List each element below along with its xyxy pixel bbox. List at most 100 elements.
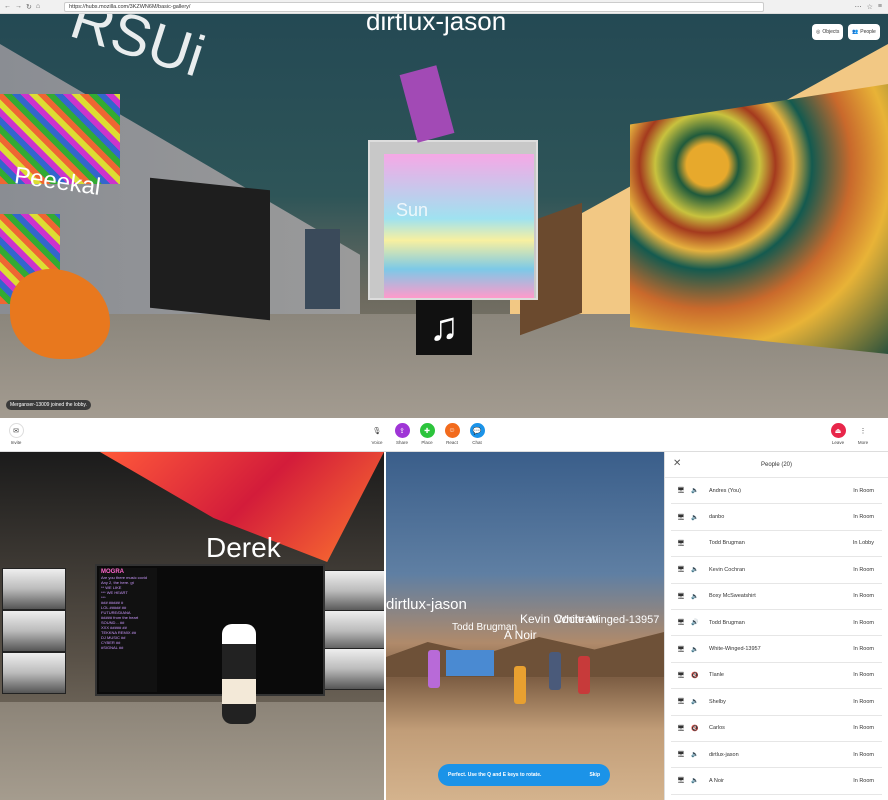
media-frame[interactable]	[446, 650, 494, 676]
speaker-icon: 🔈	[691, 699, 699, 706]
person-row[interactable]: 🖥 🔇 Carlos In Room	[671, 716, 882, 742]
desktop-icon: 🖥	[677, 567, 685, 574]
terminal-panel: MOGRA Are you there music covid Any 2, t…	[99, 568, 157, 692]
close-icon[interactable]: ✕	[673, 458, 681, 469]
person-row[interactable]: 🖥 Todd Brugman In Lobby	[671, 531, 882, 558]
person-status: In Room	[853, 566, 874, 573]
desktop-icon: 🖥	[677, 672, 685, 679]
voice-label: Voice	[371, 440, 383, 445]
person-status: In Room	[853, 672, 874, 679]
floor	[0, 702, 384, 800]
person-status: In Room	[853, 619, 874, 626]
person-name: Andres (You)	[709, 487, 741, 494]
speaker-icon: 🔈	[691, 646, 699, 653]
name-tag: Derek	[206, 532, 281, 563]
abstract-painting[interactable]	[630, 84, 888, 354]
react-label: React	[446, 440, 458, 445]
music-note-icon[interactable]: ♫	[416, 300, 472, 355]
menu-dots-icon[interactable]: ⋯	[855, 3, 862, 11]
hubs-toolbar: ✉ Invite 🎙 Voice ⇪ Share ✚ Place ☺ React 💬 Cha…	[0, 418, 888, 452]
star-icon[interactable]: ☆	[867, 3, 873, 11]
person-row[interactable]: 🖥 🔈 Boxy McSweatshirt In Room	[671, 584, 882, 610]
people-button[interactable]: 👥 People	[848, 24, 880, 40]
purple-box[interactable]	[399, 65, 455, 143]
back-icon[interactable]: ←	[4, 3, 11, 11]
panda-image[interactable]	[2, 652, 66, 694]
person-name: danbo	[709, 514, 725, 521]
mic-icon: 🎙	[369, 423, 385, 438]
invite-button[interactable]: ✉ Invite	[6, 423, 26, 445]
avatar[interactable]	[549, 652, 561, 690]
avatar[interactable]	[514, 666, 526, 704]
avatar[interactable]	[578, 656, 590, 694]
person-name: Shelby	[709, 698, 726, 705]
people-panel: ✕ People (20) 🖥 🔈 Andres (You) In Room 🖥 🔈 da…	[664, 452, 888, 800]
video-screen[interactable]: MOGRA Are you there music covid Any 2, t…	[95, 564, 325, 696]
panda-image[interactable]	[322, 648, 384, 690]
share-button[interactable]: ⇪ Share	[392, 423, 412, 445]
person-row[interactable]: 🖥 🔈 White-Winged-13957 In Room	[671, 636, 882, 663]
person-row[interactable]: 🖥 🔈 Kevin Cochran In Room	[671, 557, 882, 584]
person-status: In Room	[853, 698, 874, 705]
name-tag: dirtlux-jason	[386, 596, 467, 613]
desktop-icon: 🖥	[677, 488, 685, 495]
name-tag: RSUi	[63, 14, 213, 90]
voice-button[interactable]: 🎙 Voice	[367, 423, 387, 445]
person-status: In Room	[853, 646, 874, 653]
desktop-icon: 🖥	[677, 778, 685, 785]
url-text: https://hubs.mozilla.com/3KZWN6M/basic-g…	[69, 3, 191, 10]
avatar[interactable]	[428, 650, 440, 688]
home-icon[interactable]: ⌂	[36, 3, 40, 11]
invite-label: Invite	[10, 440, 22, 445]
dark-artwork[interactable]	[150, 177, 270, 321]
bottom-left-3d-view[interactable]: MOGRA Are you there music covid Any 2, t…	[0, 452, 384, 800]
objects-icon: ◎	[816, 29, 821, 35]
desktop-icon: 🖥	[677, 699, 685, 706]
person-name: White-Winged-13957	[709, 646, 761, 653]
forward-icon[interactable]: →	[15, 3, 22, 11]
place-button[interactable]: ✚ Place	[417, 423, 437, 445]
paint-window-media[interactable]	[368, 140, 538, 300]
bottom-middle-3d-view[interactable]: dirtlux-jason Todd Brugman A Noir Kevin …	[386, 452, 664, 800]
person-row[interactable]: 🖥 🔈 Andres (You) In Room	[671, 478, 882, 505]
muted-icon: 🔇	[691, 725, 699, 732]
paint-canvas	[384, 154, 534, 298]
person-name: Boxy McSweatshirt	[709, 593, 756, 600]
person-row[interactable]: 🖥 🔈 danbo In Room	[671, 504, 882, 531]
panda-image[interactable]	[322, 610, 384, 652]
term-line: #SIGNAL ##	[101, 645, 124, 650]
top-3d-view[interactable]: ♫ RSUi dirtlux-jason Peeekal Sun ◎ Object…	[0, 14, 888, 418]
name-tag: White-Winged-13957	[556, 614, 660, 626]
person-row[interactable]: 🖥 🔈 dirtlux-jason In Room	[671, 742, 882, 769]
person-row[interactable]: 🖥 🔈 A Noir In Room	[671, 768, 882, 795]
hamburger-icon[interactable]: ≡	[878, 3, 882, 11]
desktop-icon: 🖥	[677, 540, 685, 547]
people-label: People	[860, 29, 876, 35]
person-name: dirtlux-jason	[709, 751, 739, 758]
person-row[interactable]: 🖥 🔇 Tlanle In Room	[671, 663, 882, 690]
skip-button[interactable]: Skip	[589, 772, 600, 778]
address-bar[interactable]: https://hubs.mozilla.com/3KZWN6M/basic-g…	[64, 1, 765, 12]
browser-actions: ⋯ ☆ ≡	[855, 3, 888, 11]
join-toast: Merganser-13009 joined the lobby.	[6, 400, 91, 410]
panda-image[interactable]	[2, 610, 66, 652]
person-name: Tlanle	[709, 672, 724, 679]
robot-avatar[interactable]	[222, 624, 256, 724]
share-icon: ⇪	[394, 423, 410, 438]
people-header: ✕ People (20)	[665, 452, 888, 478]
person-status: In Room	[853, 751, 874, 758]
objects-button[interactable]: ◎ Objects	[812, 24, 844, 40]
reload-icon[interactable]: ↻	[26, 3, 32, 11]
mail-icon: ✉	[8, 423, 24, 438]
panda-image[interactable]	[322, 570, 384, 612]
leave-button[interactable]: ⏏ Leave	[828, 423, 848, 445]
react-button[interactable]: ☺ React	[442, 423, 462, 445]
panda-image[interactable]	[2, 568, 66, 610]
chat-button[interactable]: 💬 Chat	[467, 423, 487, 445]
person-row[interactable]: 🖥 🔊 Todd Brugman In Room	[671, 610, 882, 637]
small-artwork[interactable]	[305, 229, 340, 309]
speaker-icon: 🔈	[691, 752, 699, 759]
more-button[interactable]: ⋮ More	[853, 423, 873, 445]
person-row[interactable]: 🖥 🔈 Shelby In Room	[671, 689, 882, 716]
desktop-icon: 🖥	[677, 646, 685, 653]
